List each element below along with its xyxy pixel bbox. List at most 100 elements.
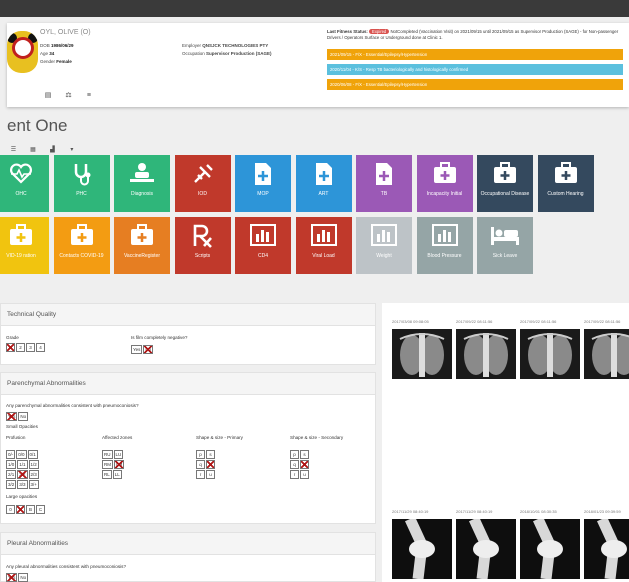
chest-xray-thumbnail[interactable] bbox=[392, 329, 452, 379]
checkbox-option[interactable]: B bbox=[26, 505, 35, 514]
checkbox-option[interactable]: 1/0 bbox=[6, 460, 17, 469]
checkbox-option[interactable]: LM bbox=[114, 460, 125, 469]
tile-cd4[interactable]: CD4 bbox=[235, 217, 291, 274]
bars-icon bbox=[356, 224, 412, 248]
checkbox-option[interactable]: t bbox=[206, 460, 215, 469]
alert-0: 2021/09/15 - F/X - Essential/Epilepsy/Hy… bbox=[327, 49, 623, 60]
checkbox-option[interactable]: p bbox=[290, 450, 299, 459]
checkbox-option[interactable]: Yes bbox=[6, 573, 18, 582]
tile-label: TB bbox=[380, 191, 388, 197]
checkbox-option[interactable]: LU bbox=[113, 450, 124, 459]
checkbox-option[interactable]: 2/1 bbox=[6, 470, 17, 479]
tile-mop[interactable]: MOP bbox=[235, 155, 291, 212]
tile-ohc[interactable]: OHC bbox=[0, 155, 49, 212]
checkbox-option[interactable]: q bbox=[196, 460, 205, 469]
checkbox-option[interactable]: RU bbox=[102, 450, 113, 459]
tile-phc[interactable]: PHC bbox=[53, 155, 110, 212]
tile-vid-19-ration[interactable]: VID-19 ration bbox=[0, 217, 49, 274]
knee-xray-thumbnail[interactable] bbox=[392, 519, 452, 579]
grid-row: ru bbox=[290, 470, 310, 479]
tile-label: CD4 bbox=[257, 253, 268, 259]
checkbox-option[interactable]: No bbox=[143, 345, 154, 354]
checkbox-option[interactable]: A bbox=[16, 505, 25, 514]
checkbox-option[interactable]: s bbox=[206, 450, 215, 459]
checkbox-option[interactable]: 0/- bbox=[6, 450, 16, 459]
tile-blood-pressure[interactable]: Blood Pressure bbox=[416, 217, 473, 274]
tile-custom-hearing[interactable]: Custom Hearing bbox=[537, 155, 594, 212]
secondary-label: Shape & size - Secondary bbox=[290, 435, 344, 440]
checkbox-option[interactable]: 3/3 bbox=[17, 480, 28, 489]
checkbox-option[interactable]: 2 bbox=[16, 343, 25, 352]
list-icon[interactable]: ≡ bbox=[84, 92, 94, 100]
top-navbar bbox=[0, 0, 629, 17]
tile-weight[interactable]: Weight bbox=[356, 217, 412, 274]
tile-iod[interactable]: IOD bbox=[174, 155, 231, 212]
checkbox-option[interactable]: Yes bbox=[6, 412, 18, 421]
knee-xray-thumbnail[interactable] bbox=[520, 519, 580, 579]
checkbox-option[interactable]: t bbox=[300, 460, 309, 469]
knee-xray-thumbnail[interactable] bbox=[456, 519, 516, 579]
tile-tb[interactable]: TB bbox=[356, 155, 412, 212]
checkbox-option[interactable]: r bbox=[290, 470, 299, 479]
checkbox-option[interactable]: LL bbox=[112, 470, 122, 479]
bars-icon bbox=[235, 224, 291, 248]
grid-row: qt bbox=[196, 460, 216, 469]
tile-incapacity-initial[interactable]: Incapacity Initial bbox=[416, 155, 473, 212]
checkbox-option[interactable]: 3/2 bbox=[6, 480, 17, 489]
checkbox-option[interactable]: s bbox=[300, 450, 309, 459]
checkbox-option[interactable]: 1/1 bbox=[17, 460, 28, 469]
chest-xray-thumbnail[interactable] bbox=[520, 329, 580, 379]
checkbox-option[interactable]: p bbox=[196, 450, 205, 459]
weight-icon[interactable]: ⚖ bbox=[63, 91, 73, 99]
checkbox-option[interactable]: 2/3 bbox=[28, 470, 39, 479]
tile-contacts-covid-19[interactable]: Contacts COVID-19 bbox=[53, 217, 110, 274]
checkbox-option[interactable]: RM bbox=[102, 460, 113, 469]
patient-age: Age 34 bbox=[40, 51, 55, 56]
checkbox-option[interactable]: 4 bbox=[36, 343, 45, 352]
tile-vaccineregister[interactable]: VaccineRegister bbox=[114, 217, 170, 274]
chest-xray-thumbnail[interactable] bbox=[456, 329, 516, 379]
view-toolbar: ☰ ▦ ▟ ▾ bbox=[8, 138, 81, 156]
checkbox-option[interactable]: 1 bbox=[6, 343, 15, 352]
tile-art[interactable]: ART bbox=[295, 155, 352, 212]
checkbox-option[interactable]: Yes bbox=[131, 345, 143, 354]
id-card-icon[interactable]: ▤ bbox=[43, 91, 53, 99]
grid-row: RM LM bbox=[102, 460, 125, 469]
tile-occupational-disease[interactable]: Occupational Disease bbox=[477, 155, 533, 212]
checkbox-option[interactable]: 0/0 bbox=[16, 450, 27, 459]
tile-label: IOD bbox=[198, 191, 207, 197]
knee-xray-thumbnail[interactable] bbox=[584, 519, 629, 579]
tile-sick-leave[interactable]: Sick Leave bbox=[477, 217, 533, 274]
checkbox-option[interactable]: r bbox=[196, 470, 205, 479]
checkbox-option[interactable]: 0 bbox=[6, 505, 15, 514]
xray-gallery: 2017/03/08 09:08:05 2017/09/22 08:11:56 20… bbox=[382, 303, 629, 582]
alert-1: 2020/11/04 - K/S - Resp TB bacteriologic… bbox=[327, 64, 623, 75]
checkbox-option[interactable]: u bbox=[300, 470, 309, 479]
tile-diagnosis[interactable]: Diagnosis bbox=[114, 155, 170, 212]
negative-label: Is film completely negative? bbox=[131, 335, 188, 340]
checkbox-option[interactable]: q bbox=[290, 460, 299, 469]
file-plus-icon bbox=[356, 162, 412, 186]
doctor-icon bbox=[114, 162, 170, 186]
checkbox-option[interactable]: RL bbox=[102, 470, 112, 479]
checkbox-option[interactable]: 3/+ bbox=[28, 480, 39, 489]
employer-line: Employer QNSJCK TECHNOLOGIES PTY bbox=[182, 43, 269, 48]
checkbox-option[interactable]: u bbox=[206, 470, 215, 479]
checkbox-option[interactable]: No bbox=[18, 573, 29, 582]
checkbox-option[interactable]: 3 bbox=[26, 343, 35, 352]
checkbox-option[interactable]: 1/2 bbox=[28, 460, 39, 469]
checkbox-option[interactable]: 2/2 bbox=[17, 470, 28, 479]
bars-icon bbox=[296, 224, 352, 248]
file-plus-icon bbox=[296, 162, 352, 186]
small-opacities-label: Small Opacities bbox=[6, 424, 38, 429]
large-opacities-options: 0ABC bbox=[6, 505, 46, 514]
tile-viral-load[interactable]: Viral Load bbox=[295, 217, 352, 274]
checkbox-option[interactable]: No bbox=[18, 412, 29, 421]
tile-label: Weight bbox=[376, 253, 392, 259]
tile-scripts[interactable]: Scripts bbox=[174, 217, 231, 274]
checkbox-option[interactable]: 0/1 bbox=[27, 450, 38, 459]
grid-row: qt bbox=[290, 460, 310, 469]
chest-xray-thumbnail[interactable] bbox=[584, 329, 629, 379]
checkbox-option[interactable]: C bbox=[36, 505, 45, 514]
fitness-status: Last Fitness Status: Expired NotComplete… bbox=[327, 29, 619, 40]
